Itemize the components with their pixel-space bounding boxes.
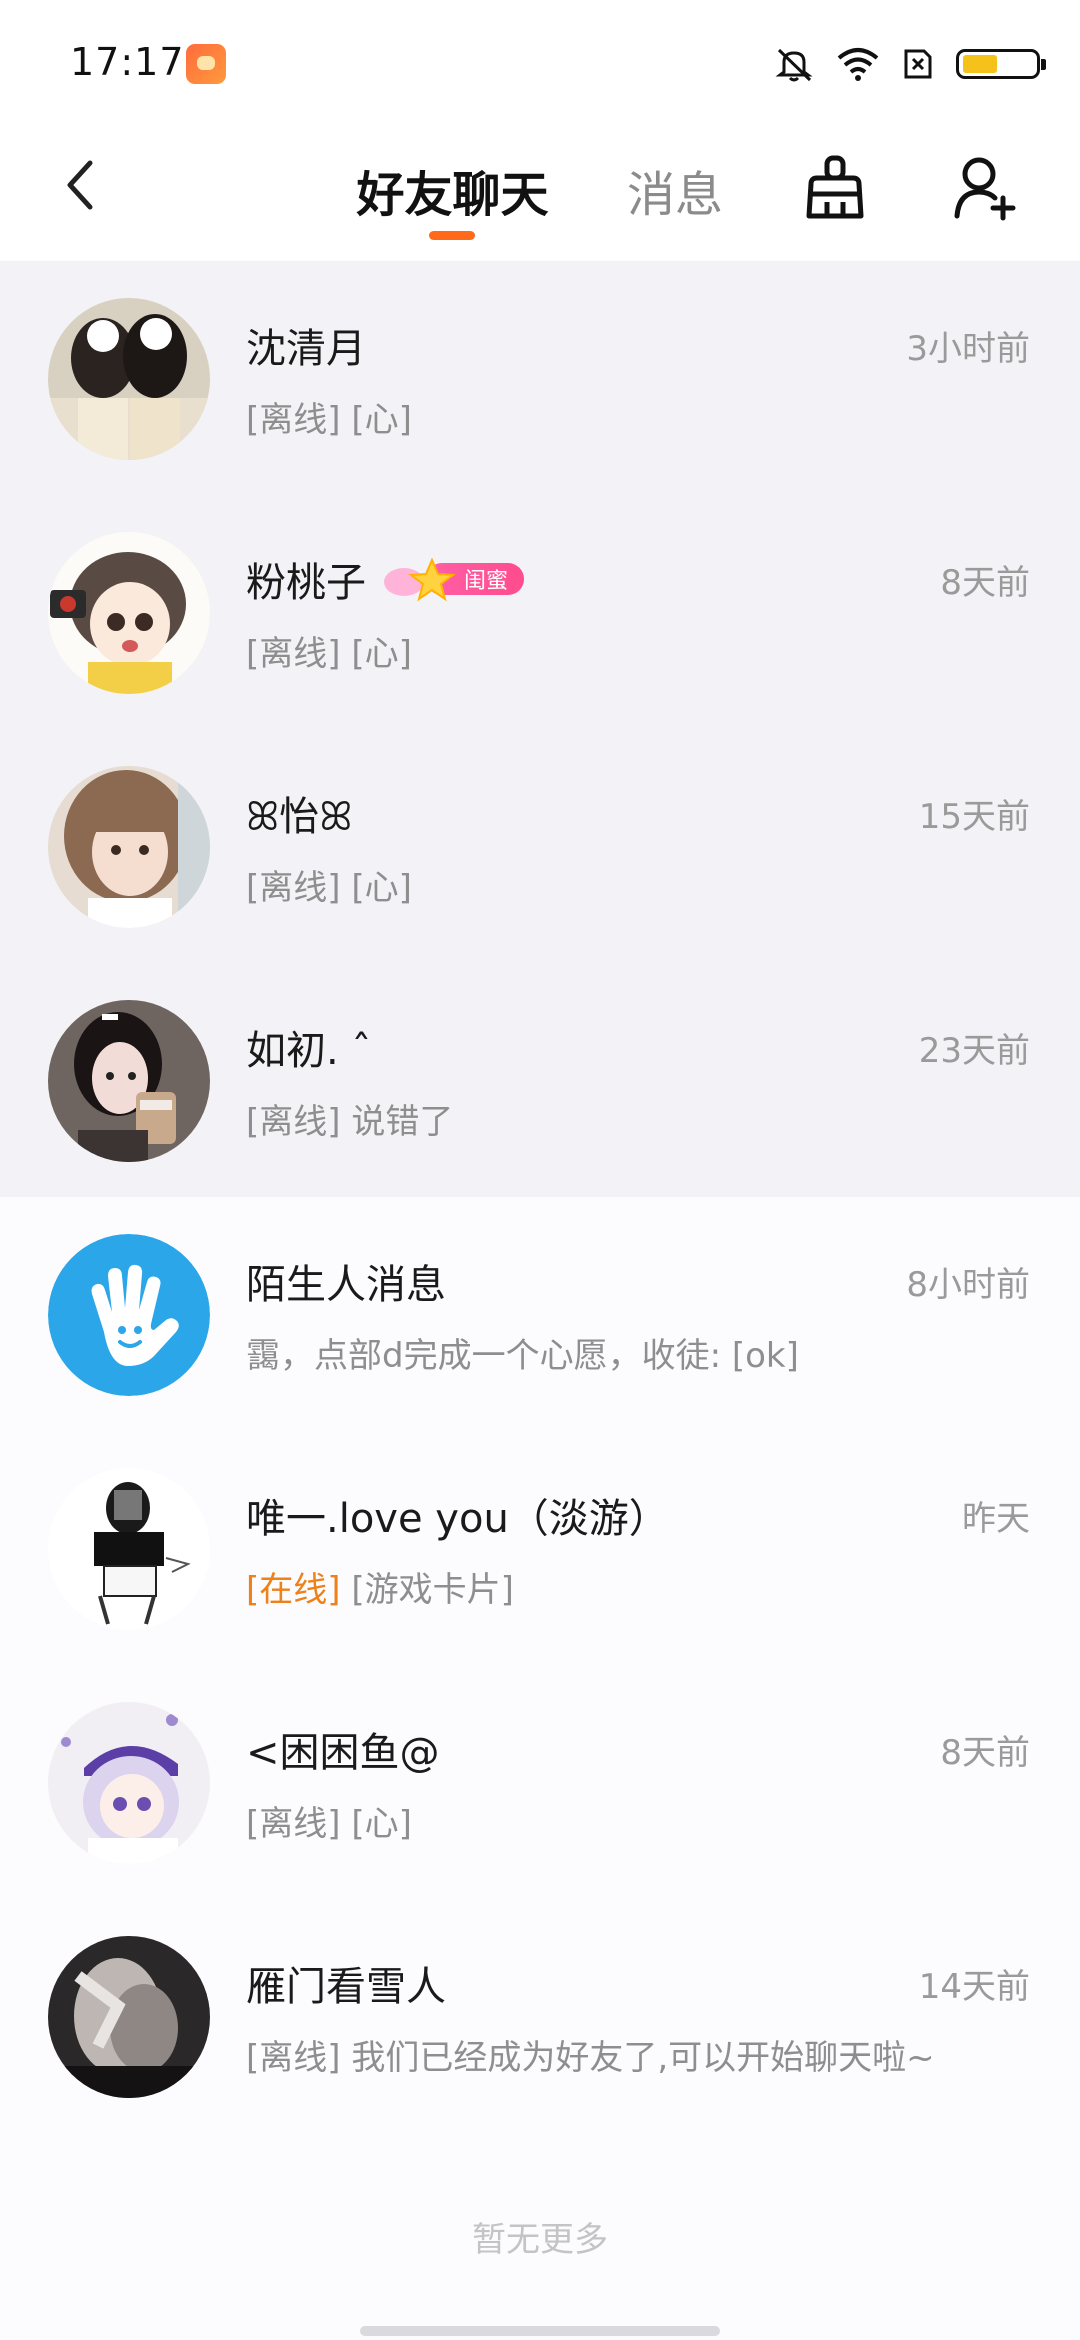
chat-row[interactable]: ꕤ怡ꕤ 15天前 [离线] [心] — [0, 729, 1080, 963]
status-icons — [774, 44, 1046, 84]
chat-name: 如初. ˆ — [246, 1028, 372, 1074]
chat-time: 14天前 — [918, 1967, 1030, 2007]
star-icon — [384, 557, 456, 602]
chat-row[interactable]: 如初. ˆ 23天前 [离线] 说错了 — [0, 963, 1080, 1197]
avatar — [48, 1468, 210, 1630]
clean-button[interactable] — [790, 138, 880, 238]
sim-off-icon — [904, 49, 932, 79]
avatar — [48, 298, 210, 460]
add-friend-button[interactable] — [940, 138, 1030, 238]
stranger-messages-avatar — [48, 1234, 210, 1396]
chat-name: ꕤ怡ꕤ — [246, 794, 353, 840]
chat-preview: [离线] [心] — [246, 626, 412, 675]
mute-icon — [775, 48, 813, 82]
chat-row-stranger[interactable]: 陌生人消息 8小时前 靄，点部d完成一个心愿，收徒: [ok] — [0, 1197, 1080, 1431]
status-bar: 17:17 — [0, 0, 1080, 120]
chat-message: [游戏卡片] — [351, 1570, 514, 1610]
chat-row[interactable]: 唯一.love you（淡游） 昨天 [在线] [游戏卡片] — [0, 1431, 1080, 1665]
tab-messages[interactable]: 消息 — [610, 140, 740, 240]
chat-name-line: 如初. ˆ — [246, 1019, 371, 1075]
chat-name-line: 粉桃子 闺蜜 — [246, 551, 525, 607]
home-indicator[interactable] — [360, 2326, 720, 2336]
chat-time: 8天前 — [940, 1733, 1030, 1773]
chat-row[interactable]: 沈清月 3小时前 [离线] [心] — [0, 261, 1080, 495]
chat-preview: 靄，点部d完成一个心愿，收徒: [ok] — [246, 1328, 799, 1377]
avatar — [48, 532, 210, 694]
pinned-chats: 沈清月 3小时前 [离线] [心] 粉桃子 闺蜜 8天前 [离线] [心] ꕤ怡… — [0, 261, 1080, 1197]
chat-preview: [在线] [游戏卡片] — [246, 1562, 514, 1611]
back-button[interactable] — [40, 140, 120, 230]
chat-name-line: 唯一.love you（淡游） — [246, 1487, 669, 1543]
chat-status-online: [在线] — [246, 1570, 341, 1610]
chat-status: [离线] — [246, 1804, 341, 1844]
chat-name-line: 沈清月 — [246, 317, 366, 373]
chat-name-line: ꕤ怡ꕤ — [246, 785, 353, 841]
chat-name: <困困鱼@ — [246, 1730, 440, 1776]
chat-time: 3小时前 — [906, 329, 1030, 369]
chat-preview: [离线] 我们已经成为好友了,可以开始聊天啦~ — [246, 2030, 935, 2079]
chat-name: 雁门看雪人 — [246, 1964, 446, 2010]
chat-row[interactable]: 粉桃子 闺蜜 8天前 [离线] [心] — [0, 495, 1080, 729]
chat-status: [离线] — [246, 634, 341, 674]
chat-row[interactable]: 雁门看雪人 14天前 [离线] 我们已经成为好友了,可以开始聊天啦~ — [0, 1899, 1080, 2133]
avatar — [48, 1000, 210, 1162]
chat-status: [离线] — [246, 868, 341, 908]
tab-friends-chat[interactable]: 好友聊天 — [345, 140, 560, 240]
chat-preview: [离线] [心] — [246, 860, 412, 909]
status-time: 17:17 — [70, 40, 185, 84]
chat-time: 8小时前 — [906, 1265, 1030, 1305]
avatar — [48, 1702, 210, 1864]
chat-status: [离线] — [246, 1102, 341, 1142]
chevron-left-icon — [67, 160, 93, 210]
chat-time: 昨天 — [962, 1499, 1030, 1539]
chat-message: [心] — [351, 400, 412, 440]
chat-message: 靄，点部d完成一个心愿，收徒: [ok] — [246, 1336, 799, 1376]
avatar — [48, 1936, 210, 2098]
chat-message: [心] — [351, 868, 412, 908]
chat-message: 说错了 — [351, 1102, 454, 1142]
chat-time: 23天前 — [918, 1031, 1030, 1071]
battery-icon — [956, 49, 1046, 79]
chat-time: 8天前 — [940, 563, 1030, 603]
add-user-icon — [954, 157, 1016, 221]
chat-status: [离线] — [246, 400, 341, 440]
chat-preview: [离线] 说错了 — [246, 1094, 453, 1143]
chat-name: 粉桃子 — [246, 560, 366, 606]
bestie-badge: 闺蜜 — [380, 557, 525, 602]
avatar — [48, 766, 210, 928]
chat-list: 沈清月 3小时前 [离线] [心] 粉桃子 闺蜜 8天前 [离线] [心] ꕤ怡… — [0, 261, 1080, 2133]
chat-message: [心] — [351, 1804, 412, 1844]
no-more-label: 暂无更多 — [472, 2220, 608, 2260]
chat-time: 15天前 — [918, 797, 1030, 837]
wifi-icon — [837, 48, 879, 81]
chat-name: 沈清月 — [246, 326, 366, 372]
chat-name-line: <困困鱼@ — [246, 1721, 440, 1777]
chat-name: 唯一.love you（淡游） — [246, 1496, 669, 1542]
chat-message: [心] — [351, 634, 412, 674]
chat-name-line: 雁门看雪人 — [246, 1955, 446, 2011]
chat-preview: [离线] [心] — [246, 1796, 412, 1845]
header: 好友聊天 消息 — [0, 120, 1080, 260]
app-notification-icon — [186, 44, 226, 84]
chat-name: 陌生人消息 — [246, 1262, 446, 1308]
chat-name-line: 陌生人消息 — [246, 1253, 446, 1309]
chat-message: 我们已经成为好友了,可以开始聊天啦~ — [351, 2038, 935, 2078]
chat-preview: [离线] [心] — [246, 392, 412, 441]
hand-icon — [48, 1234, 210, 1396]
chat-status: [离线] — [246, 2038, 341, 2078]
active-tab-indicator — [429, 231, 475, 240]
chat-row[interactable]: <困困鱼@ 8天前 [离线] [心] — [0, 1665, 1080, 1899]
broom-icon — [806, 155, 864, 219]
